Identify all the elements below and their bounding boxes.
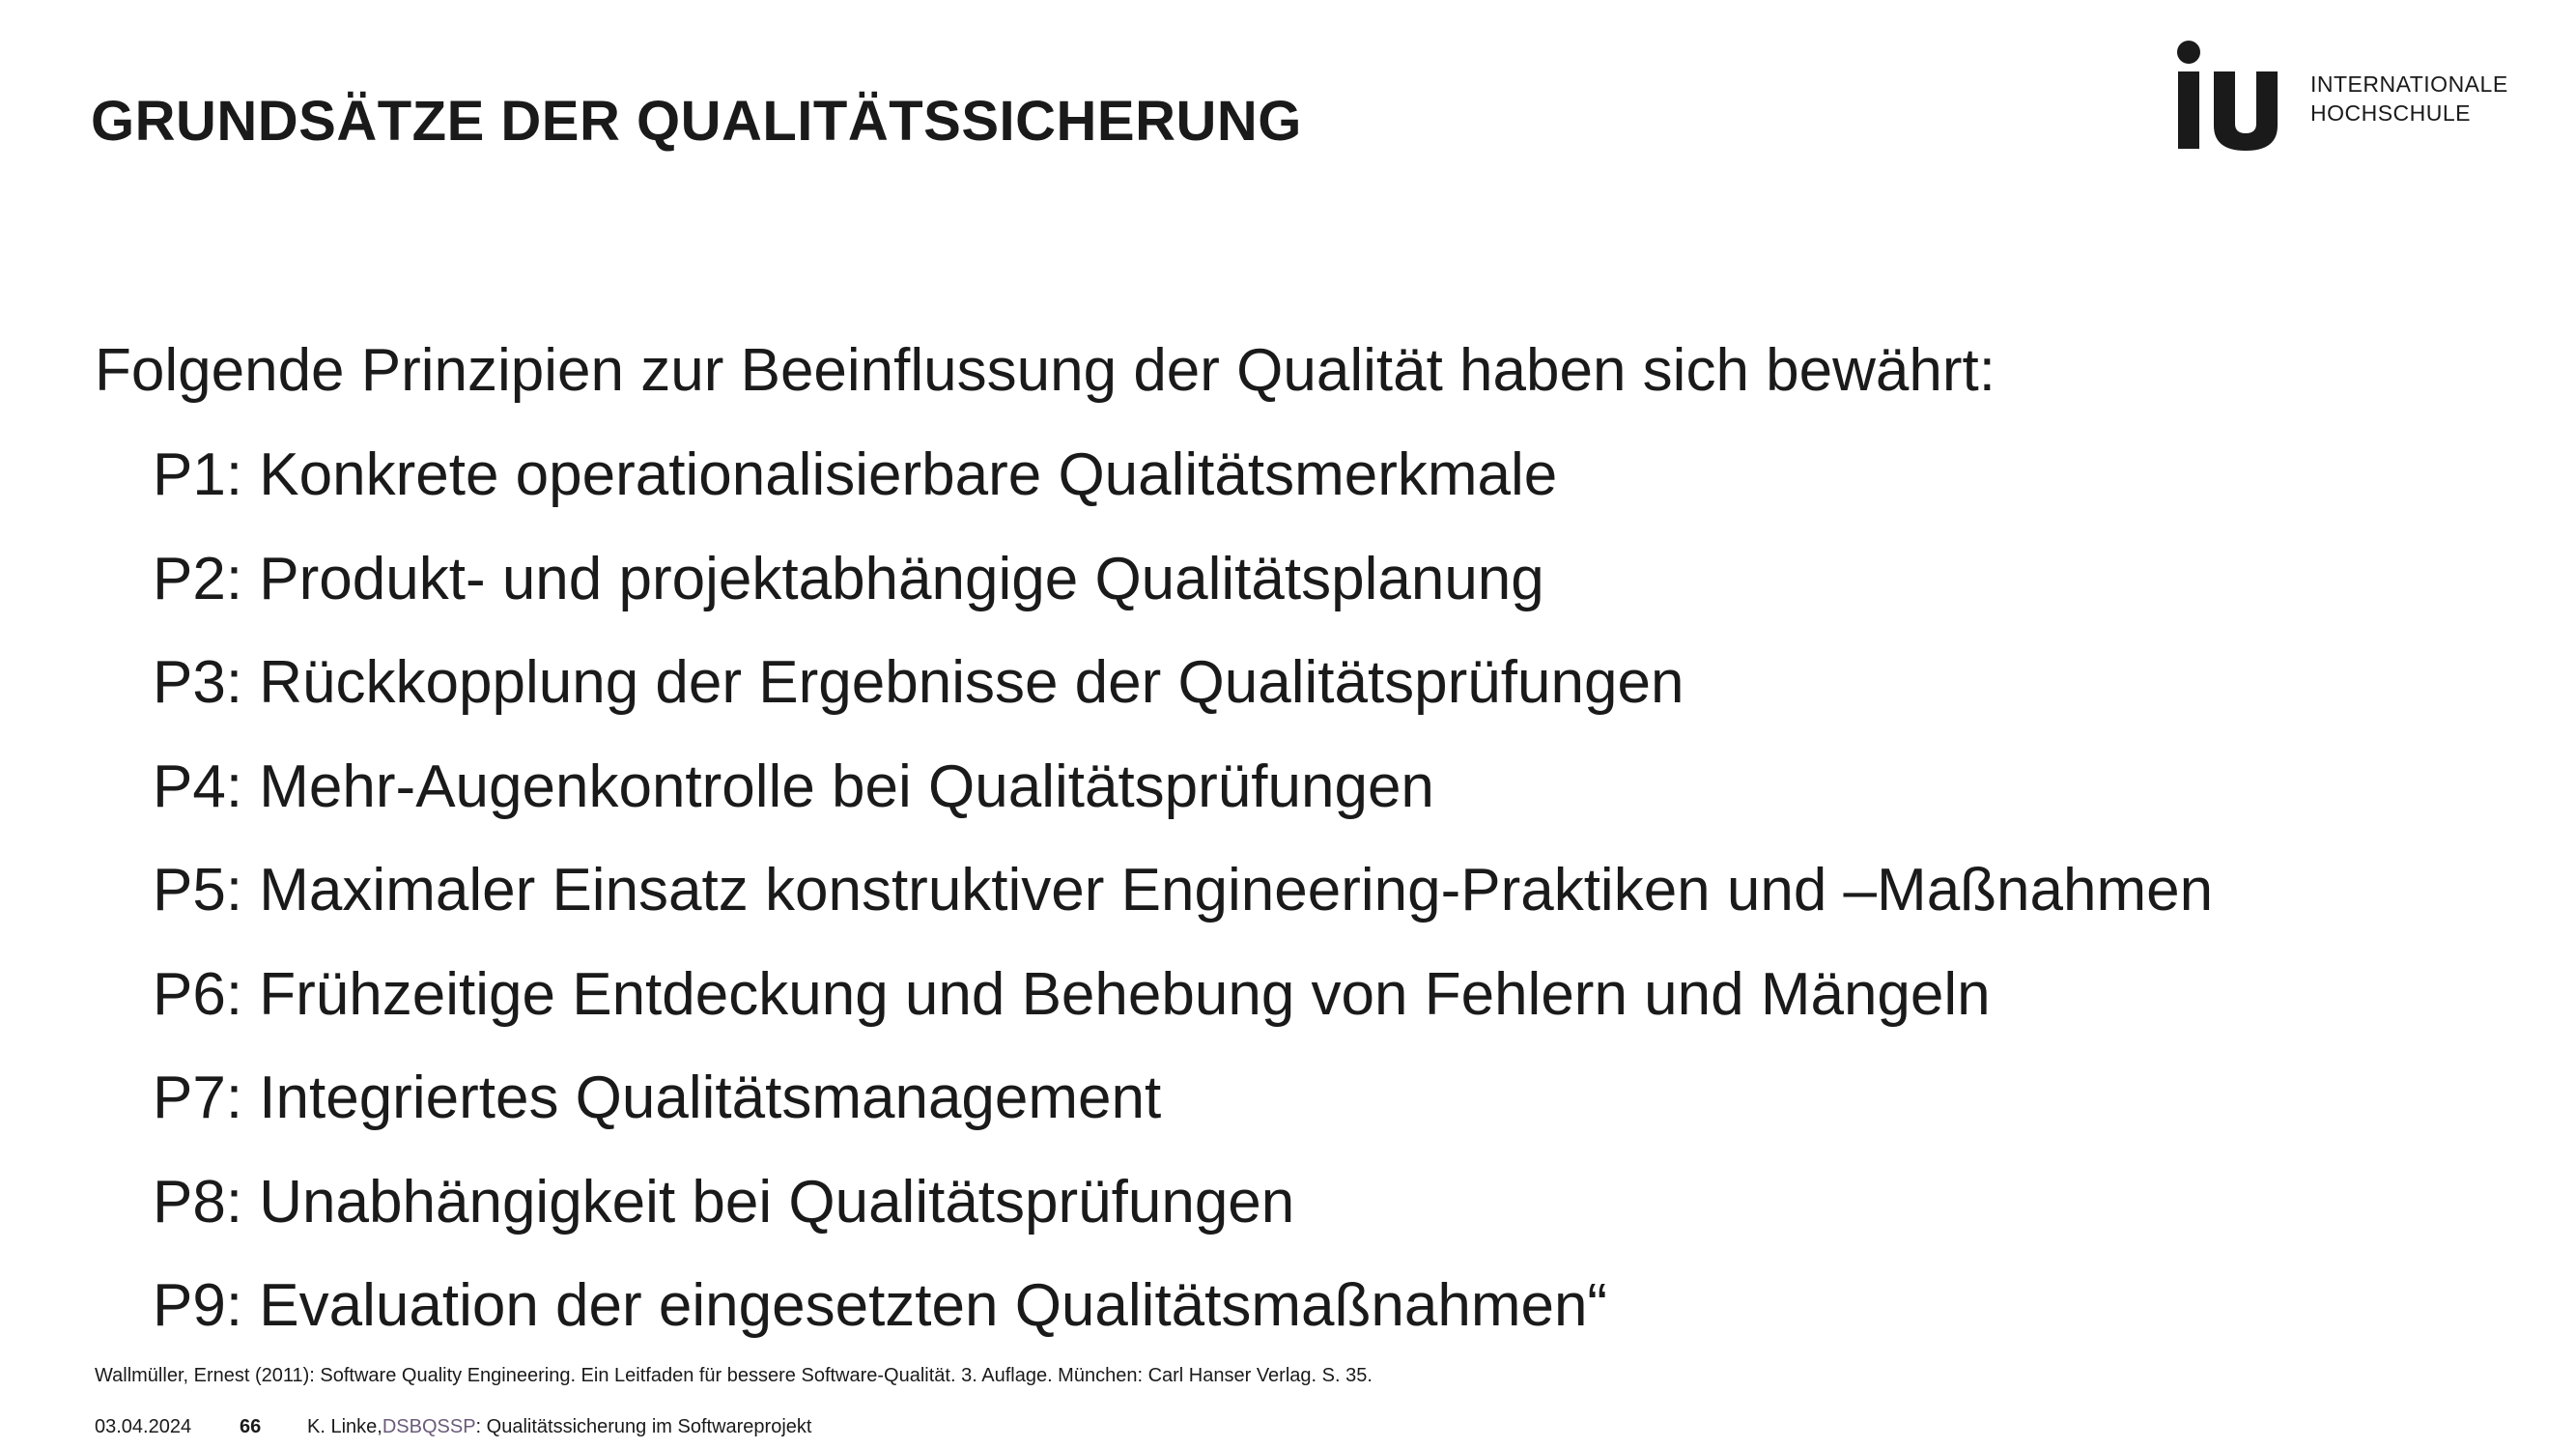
- principle-item: P7: Integriertes Qualitätsmanagement: [153, 1065, 1162, 1131]
- iu-logo-text: INTERNATIONALE HOCHSCHULE: [2310, 70, 2508, 128]
- principles-list: P1: Konkrete operationalisierbare Qualit…: [153, 439, 2213, 1374]
- intro-text: Folgende Prinzipien zur Beeinflussung de…: [95, 337, 1996, 404]
- principle-item: P1: Konkrete operationalisierbare Qualit…: [153, 441, 1558, 508]
- principle-item: P4: Mehr-Augenkontrolle bei Qualitätsprü…: [153, 753, 1434, 820]
- source-reference: Wallmüller, Ernest (2011): Software Qual…: [95, 1365, 1373, 1386]
- iu-logo-mark: [2177, 41, 2278, 151]
- principle-item: P8: Unabhängigkeit bei Qualitätsprüfunge…: [153, 1168, 1295, 1236]
- footer-date: 03.04.2024: [95, 1416, 192, 1437]
- principle-item: P5: Maximaler Einsatz konstruktiver Engi…: [153, 857, 2214, 923]
- iu-logo: INTERNATIONALE HOCHSCHULE: [2175, 39, 2507, 155]
- slide-footer: 03.04.2024 66 K. Linke, DSBQSSP: Qualitäts…: [95, 1416, 811, 1438]
- footer-course-title: : Qualitätssicherung im Softwareprojekt: [475, 1416, 812, 1437]
- footer-author: K. Linke,: [307, 1416, 382, 1437]
- principle-item: P6: Frühzeitige Entdeckung und Behebung …: [153, 960, 1991, 1028]
- footer-page-number: 66: [240, 1416, 262, 1437]
- logo-line-1: INTERNATIONALE: [2310, 71, 2508, 97]
- principle-item: P9: Evaluation der eingesetzten Qualität…: [153, 1272, 1608, 1339]
- principle-item: P3: Rückkopplung der Ergebnisse der Qual…: [153, 649, 1684, 716]
- slide-title: GRUNDSÄTZE DER QUALITÄTSSICHERUNG: [91, 90, 1302, 153]
- footer-course-code: DSBQSSP: [382, 1416, 476, 1437]
- logo-line-2: HOCHSCHULE: [2310, 100, 2472, 126]
- principle-item: P2: Produkt- und projektabhängige Qualit…: [153, 545, 1544, 612]
